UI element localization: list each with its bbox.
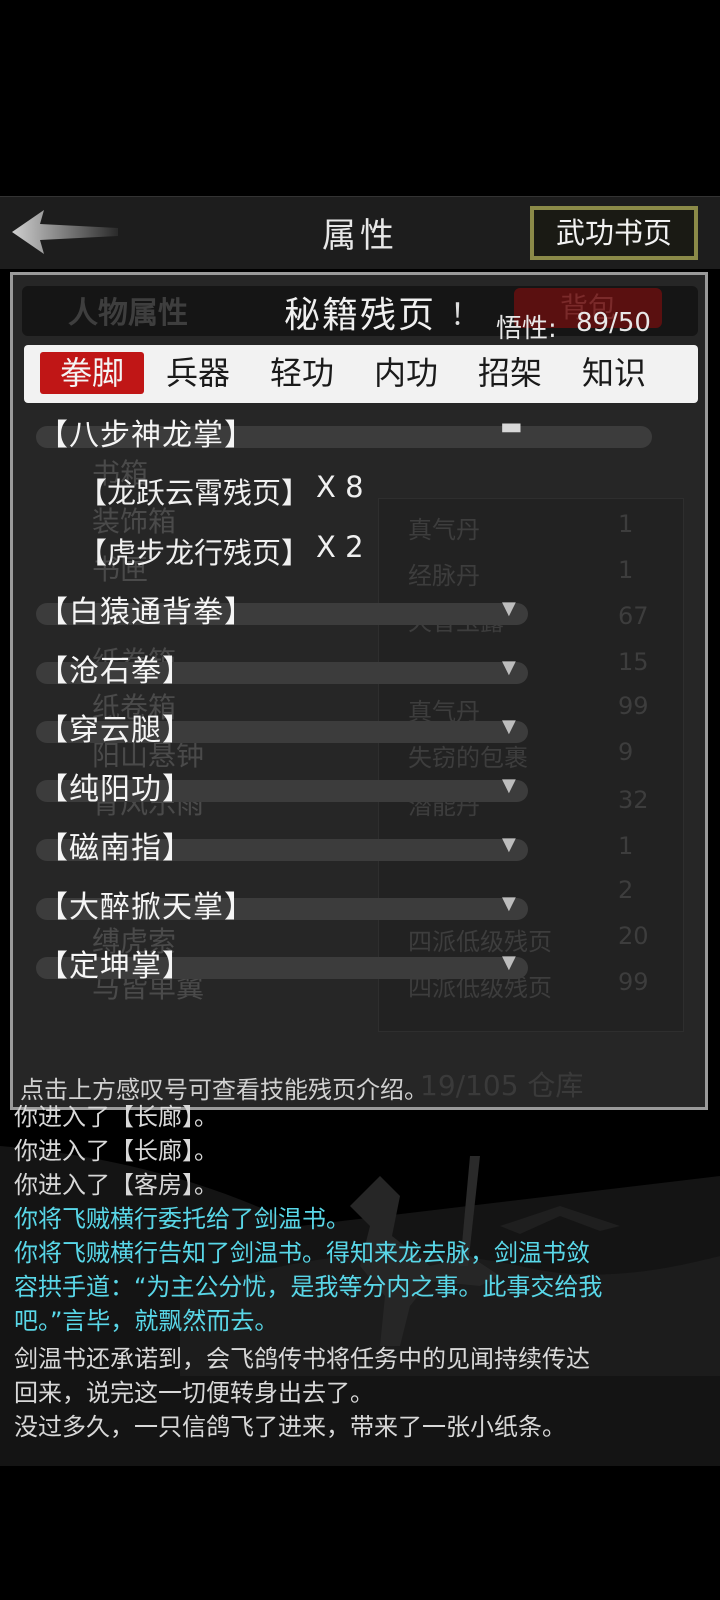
chevron-down-icon[interactable]: ▼ — [502, 834, 516, 855]
background-list-count: 2 — [618, 876, 634, 904]
log-line: 剑温书还承诺到，会飞鸽传书将任务中的见闻持续传达 — [14, 1345, 590, 1373]
background-list-count: 1 — [618, 510, 634, 538]
background-list-count: 1 — [618, 832, 634, 860]
skill-name[interactable]: 【大醉掀天掌】 — [38, 882, 255, 926]
skill-name[interactable]: 【沧石拳】 — [38, 646, 193, 690]
background-list-name: 真气丹 — [408, 516, 480, 544]
info-exclamation-icon[interactable]: ！ — [450, 290, 480, 334]
log-line: 你进入了【客房】。 — [14, 1171, 218, 1199]
log-line: 你进入了【长廊】。 — [14, 1137, 218, 1165]
chevron-down-icon[interactable]: ▼ — [502, 893, 516, 914]
collapse-icon[interactable]: ▬ — [500, 412, 523, 440]
skill-page-count: X 8 — [316, 470, 364, 504]
background-list-count: 20 — [618, 922, 649, 950]
skill-name[interactable]: 【穿云腿】 — [38, 705, 193, 749]
log-line: 没过多久，一只信鸽飞了进来，带来了一张小纸条。 — [14, 1413, 566, 1441]
martial-pages-button[interactable]: 武功书页 — [530, 206, 698, 260]
chevron-down-icon[interactable]: ▼ — [502, 952, 516, 973]
tab-lightness[interactable]: 轻功 — [252, 352, 352, 394]
chevron-down-icon[interactable]: ▼ — [502, 598, 516, 619]
tab-inner-power[interactable]: 内功 — [356, 352, 456, 394]
log-line: 你进入了【长廊】。 — [14, 1103, 218, 1131]
log-line: 回来，说完这一切便转身出去了。 — [14, 1379, 374, 1407]
background-list-count: 99 — [618, 692, 649, 720]
skill-name[interactable]: 【定坤掌】 — [38, 941, 193, 985]
skill-name[interactable]: 【八步神龙掌】 — [38, 410, 255, 454]
chevron-down-icon[interactable]: ▼ — [502, 657, 516, 678]
skill-page-name: 【龙跃云霄残页】 — [78, 476, 311, 510]
skill-page-name: 【虎步龙行残页】 — [78, 536, 311, 570]
comprehension-label: 悟性: — [496, 314, 557, 344]
log-line: 你将飞贼横行委托给了剑温书。 — [14, 1205, 350, 1233]
comprehension-value: 89/50 — [576, 308, 651, 338]
skill-page-count: X 2 — [316, 530, 364, 564]
background-list-name: 四派低级残页 — [408, 928, 552, 956]
log-line: 你将飞贼横行告知了剑温书。得知来龙去脉，剑温书敛 — [14, 1239, 590, 1267]
chevron-down-icon[interactable]: ▼ — [502, 716, 516, 737]
skill-name[interactable]: 【磁南指】 — [38, 823, 193, 867]
background-list-name: 失窃的包裹 — [408, 744, 528, 772]
log-line: 容拱手道：“为主公分忧，是我等分内之事。此事交给我 — [14, 1273, 603, 1301]
chevron-down-icon[interactable]: ▼ — [502, 775, 516, 796]
tab-parry[interactable]: 招架 — [460, 352, 560, 394]
tab-knowledge[interactable]: 知识 — [564, 352, 664, 394]
background-list-count: 9 — [618, 738, 634, 766]
skill-name[interactable]: 【白猿通背拳】 — [38, 587, 255, 631]
background-list-count: 15 — [618, 648, 649, 676]
skill-name[interactable]: 【纯阳功】 — [38, 764, 193, 808]
tab-weapons[interactable]: 兵器 — [148, 352, 248, 394]
background-storage-count: 19/105 仓库 — [420, 1069, 584, 1102]
background-list-count: 32 — [618, 786, 649, 814]
background-list-count: 1 — [618, 556, 634, 584]
background-list-count: 67 — [618, 602, 649, 630]
log-line: 吧。”言毕，就飘然而去。 — [14, 1307, 279, 1335]
tab-fist-kick[interactable]: 拳脚 — [40, 352, 144, 394]
background-list-name: 经脉丹 — [408, 562, 480, 590]
background-list-count: 99 — [618, 968, 649, 996]
